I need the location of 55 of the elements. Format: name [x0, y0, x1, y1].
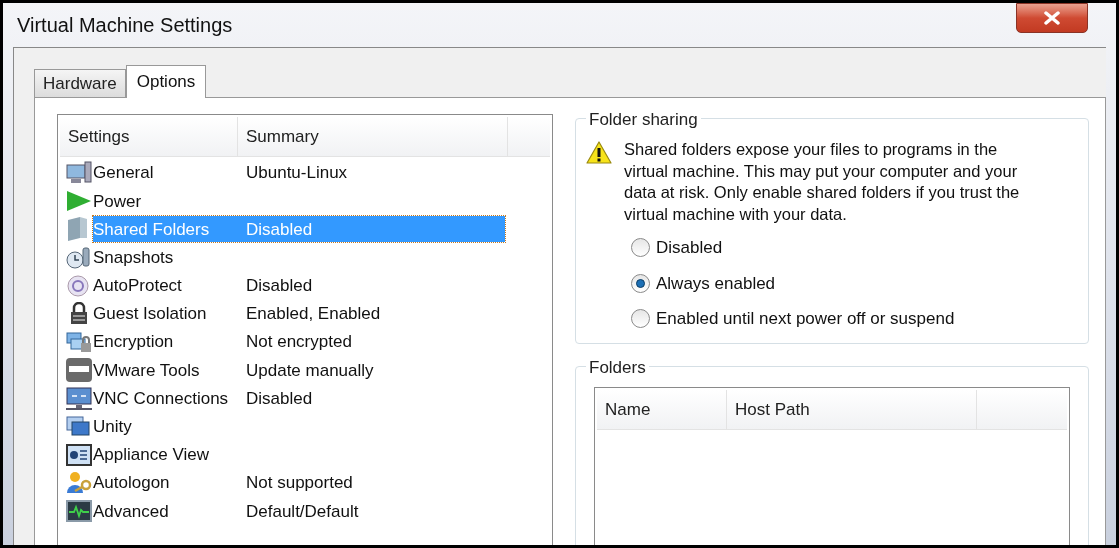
setting-name: Unity: [93, 416, 133, 439]
column-header[interactable]: Name: [597, 390, 727, 429]
setting-summary: Not supported: [246, 472, 353, 495]
clock-icon: [65, 244, 93, 271]
list-item[interactable]: VNC Connections Disabled: [93, 385, 505, 412]
setting-summary: Default/Default: [246, 500, 359, 523]
radio-label: Always enabled: [656, 272, 776, 295]
setting-name: VMware Tools: [93, 359, 201, 382]
list-item[interactable]: Appliance View: [93, 441, 505, 468]
list-item[interactable]: Advanced Default/Default: [93, 498, 505, 525]
column-header[interactable]: Summary: [238, 117, 508, 156]
list-item[interactable]: Encryption Not encrypted: [93, 329, 505, 356]
list-item[interactable]: Autologon Not supported: [93, 470, 505, 497]
close-button[interactable]: [1016, 3, 1088, 33]
setting-name: Shared Folders: [93, 218, 211, 241]
pulse-icon: [65, 498, 93, 525]
warning-text: Shared folders expose your files to programs in the virtual machine. This may put your computer and your data at risk. Only enable shared folders if you trust the virtual machine with your data.: [624, 139, 1021, 225]
list-item[interactable]: Power: [93, 188, 505, 215]
list-item[interactable]: Guest Isolation Enabled, Enabled: [93, 301, 505, 328]
setting-name: Autologon: [93, 472, 171, 495]
setting-name: Advanced: [93, 500, 170, 523]
setting-summary: Not encrypted: [246, 331, 352, 354]
setting-name: Encryption: [93, 331, 175, 354]
setting-name: AutoProtect: [93, 275, 183, 298]
warning-icon: [586, 141, 612, 165]
appliance-icon: [65, 441, 93, 468]
setting-summary: Enabled, Enabled: [246, 303, 381, 326]
list-item[interactable]: Snapshots: [93, 244, 505, 271]
list-item[interactable]: Unity: [93, 413, 505, 440]
setting-name: Snapshots: [93, 246, 175, 269]
radio-label: Disabled: [656, 237, 723, 259]
tab[interactable]: Hardware: [34, 69, 126, 97]
setting-name: Appliance View: [93, 444, 210, 467]
setting-summary: Disabled: [246, 218, 313, 241]
radio-button[interactable]: [631, 238, 650, 258]
radio-button[interactable]: [631, 273, 650, 293]
radio-label: Enabled until next power off or suspend: [656, 308, 955, 330]
setting-summary: Disabled: [246, 275, 313, 298]
setting-summary: Ubuntu-Linux: [246, 162, 348, 185]
window-title: Virtual Machine Settings: [17, 13, 233, 38]
column-header[interactable]: Settings: [60, 117, 238, 156]
list-item[interactable]: AutoProtect Disabled: [93, 272, 505, 299]
close-icon: [1043, 11, 1061, 25]
radio-button[interactable]: [631, 309, 650, 329]
list-item[interactable]: VMware Tools Update manually: [93, 357, 505, 384]
setting-summary: Update manually: [246, 359, 374, 382]
setting-name: Power: [93, 190, 143, 213]
column-header[interactable]: Host Path: [727, 390, 977, 429]
tab[interactable]: Options: [125, 65, 207, 98]
setting-name: General: [93, 162, 155, 185]
screen-icon: [65, 385, 93, 412]
list-item[interactable]: General Ubuntu-Linux: [93, 160, 505, 187]
setting-name: VNC Connections: [93, 387, 230, 410]
setting-summary: Disabled: [246, 387, 313, 410]
setting-name: Guest Isolation: [93, 303, 208, 326]
